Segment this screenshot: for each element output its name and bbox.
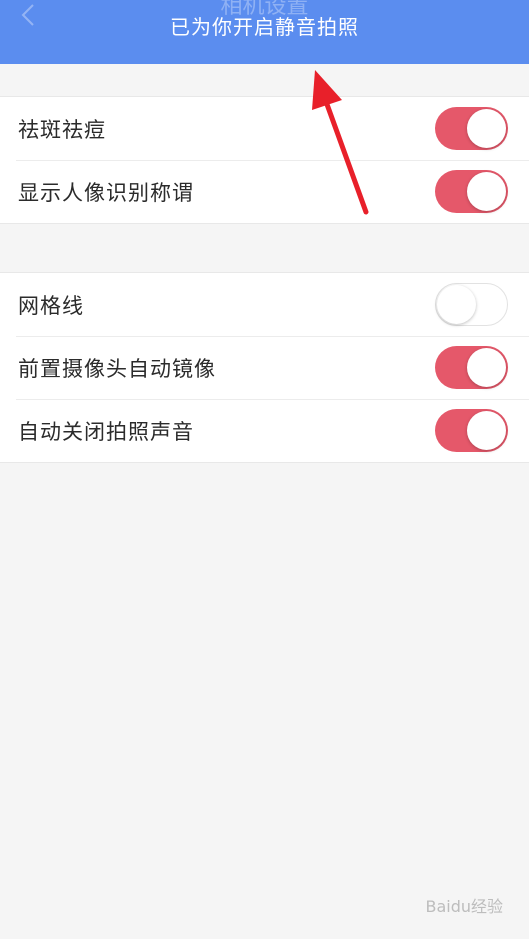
toggle-switch-acne[interactable] [435, 107, 508, 150]
toggle-switch-shutter-sound[interactable] [435, 409, 508, 452]
toast-message: 已为你开启静音拍照 [170, 15, 359, 39]
toggle-knob [437, 285, 476, 324]
toggle-switch-front-mirror[interactable] [435, 346, 508, 389]
toggle-switch-portrait-title[interactable] [435, 170, 508, 213]
settings-group-camera: 网格线 前置摄像头自动镜像 自动关闭拍照声音 [0, 272, 529, 463]
toggle-knob [467, 411, 506, 450]
setting-label: 祛斑祛痘 [18, 118, 106, 142]
setting-label: 网格线 [18, 294, 84, 318]
watermark: Baidu经验 [425, 897, 503, 916]
settings-group-beauty: 祛斑祛痘 显示人像识别称谓 [0, 96, 529, 224]
setting-row-front-mirror: 前置摄像头自动镜像 [0, 336, 529, 399]
toggle-knob [467, 109, 506, 148]
toggle-switch-grid[interactable] [435, 283, 508, 326]
setting-label: 前置摄像头自动镜像 [18, 357, 216, 381]
setting-label: 显示人像识别称谓 [18, 181, 194, 205]
setting-label: 自动关闭拍照声音 [18, 420, 194, 444]
toggle-knob [467, 348, 506, 387]
toggle-knob [467, 172, 506, 211]
setting-row-acne: 祛斑祛痘 [0, 97, 529, 160]
top-bar: 相机设置 已为你开启静音拍照 [0, 0, 529, 64]
setting-row-portrait-title: 显示人像识别称谓 [0, 160, 529, 223]
setting-row-grid: 网格线 [0, 273, 529, 336]
setting-row-shutter-sound: 自动关闭拍照声音 [0, 399, 529, 462]
